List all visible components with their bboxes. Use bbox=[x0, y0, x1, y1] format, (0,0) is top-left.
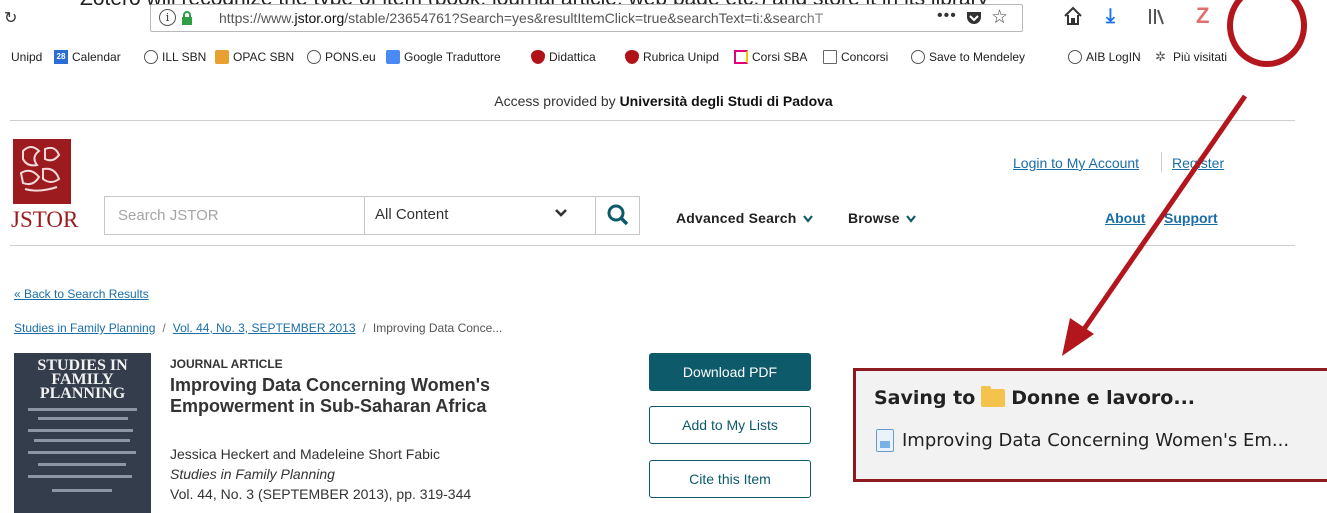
home-icon[interactable] bbox=[1063, 6, 1083, 26]
article-authors: Jessica Heckert and Madeleine Short Fabi… bbox=[170, 446, 441, 462]
folder-icon bbox=[981, 386, 1006, 407]
back-to-results-link[interactable]: « Back to Search Results bbox=[14, 287, 149, 301]
search-input[interactable] bbox=[105, 197, 363, 234]
bookmark-most-visited[interactable]: ✲ Più visitati bbox=[1155, 49, 1227, 65]
google-translate-icon bbox=[386, 50, 400, 64]
bookmark-google-translate[interactable]: Google Traduttore bbox=[386, 50, 501, 64]
jstor-emblem-icon bbox=[19, 146, 61, 192]
download-pdf-button[interactable]: Download PDF bbox=[649, 353, 811, 391]
journal-name: Studies in Family Planning bbox=[170, 466, 335, 482]
cite-item-button[interactable]: Cite this Item bbox=[649, 460, 811, 498]
volume-info: Vol. 44, No. 3 (SEPTEMBER 2013), pp. 319… bbox=[170, 486, 472, 502]
info-icon[interactable]: i bbox=[159, 9, 176, 26]
chevron-down-icon[interactable] bbox=[554, 206, 568, 220]
breadcrumb-issue[interactable]: Vol. 44, No. 3, SEPTEMBER 2013 bbox=[173, 321, 356, 335]
saving-header: Saving to Donne e lavoro... bbox=[874, 386, 1196, 409]
bookmark-corsi-sba[interactable]: Corsi SBA bbox=[734, 50, 807, 64]
bookmark-opac-sbn[interactable]: OPAC SBN bbox=[215, 50, 294, 64]
add-to-lists-button[interactable]: Add to My Lists bbox=[649, 406, 811, 444]
globe-icon bbox=[1068, 50, 1082, 64]
annotation-arrow bbox=[1062, 94, 1248, 356]
unipd-shield-icon bbox=[531, 50, 545, 64]
lock-icon bbox=[182, 11, 192, 25]
bookmarks-bar: Unipd 28 Calendar ILL SBN OPAC SBN PONS.e… bbox=[0, 50, 1327, 72]
gear-icon: ✲ bbox=[1155, 49, 1166, 64]
globe-icon bbox=[144, 50, 158, 64]
cover-title: STUDIES IN FAMILY PLANNING bbox=[37, 357, 128, 402]
advanced-search-menu[interactable]: Advanced Search bbox=[676, 210, 813, 226]
library-icon[interactable] bbox=[1147, 6, 1167, 26]
bookmark-didattica[interactable]: Didattica bbox=[531, 50, 596, 64]
bookmark-unipd[interactable]: Unipd bbox=[11, 50, 42, 64]
bookmark-aib[interactable]: AIB LogIN bbox=[1068, 50, 1141, 64]
document-icon bbox=[876, 429, 894, 452]
breadcrumb-journal[interactable]: Studies in Family Planning bbox=[14, 321, 155, 335]
zotero-save-icon[interactable]: Z bbox=[1196, 3, 1209, 29]
url-bar[interactable]: i https://www.jstor.org/stable/23654761?… bbox=[150, 4, 1023, 32]
breadcrumb-current: Improving Data Conce... bbox=[372, 321, 503, 335]
chevron-down-icon bbox=[802, 215, 813, 223]
pocket-icon[interactable] bbox=[966, 11, 982, 25]
bookmark-calendar[interactable]: 28 Calendar bbox=[54, 50, 121, 64]
calendar-icon: 28 bbox=[54, 50, 68, 64]
article-title: Improving Data Concerning Women's Empowe… bbox=[170, 375, 490, 416]
bookmark-ill-sbn[interactable]: ILL SBN bbox=[144, 50, 206, 64]
search-bar: All Content bbox=[104, 196, 640, 235]
saved-item: Improving Data Concerning Women's Em... bbox=[876, 429, 1289, 452]
download-icon[interactable]: ⤓ bbox=[1106, 5, 1115, 28]
search-icon[interactable] bbox=[596, 197, 640, 234]
content-scope-select[interactable]: All Content bbox=[375, 206, 448, 223]
bookmark-pons[interactable]: PONS.eu bbox=[307, 50, 376, 64]
unipd-shield-icon bbox=[625, 50, 639, 64]
opac-icon bbox=[215, 50, 229, 64]
bookmark-star-icon[interactable]: ☆ bbox=[991, 6, 1008, 29]
globe-icon bbox=[307, 50, 321, 64]
reload-icon[interactable]: ↻ bbox=[4, 8, 17, 28]
journal-cover[interactable]: STUDIES IN FAMILY PLANNING bbox=[14, 353, 151, 513]
bookmark-rubrica[interactable]: Rubrica Unipd bbox=[625, 50, 719, 64]
bookmark-concorsi[interactable]: Concorsi bbox=[823, 50, 888, 64]
page-actions-icon[interactable]: ••• bbox=[937, 7, 957, 25]
bookmark-mendeley[interactable]: Save to Mendeley bbox=[911, 50, 1025, 64]
jstor-logo-emblem[interactable] bbox=[13, 139, 71, 204]
browse-menu[interactable]: Browse bbox=[848, 210, 916, 226]
breadcrumb: Studies in Family Planning / Vol. 44, No. … bbox=[14, 321, 503, 335]
jstor-logo-text[interactable]: JSTOR bbox=[11, 207, 78, 233]
globe-icon bbox=[911, 50, 925, 64]
sba-icon bbox=[734, 50, 748, 64]
item-type: JOURNAL ARTICLE bbox=[170, 357, 283, 371]
folder-icon bbox=[823, 50, 837, 64]
zotero-saving-popup: Saving to Donne e lavoro... Improving Da… bbox=[853, 368, 1327, 482]
chevron-down-icon bbox=[905, 215, 916, 223]
